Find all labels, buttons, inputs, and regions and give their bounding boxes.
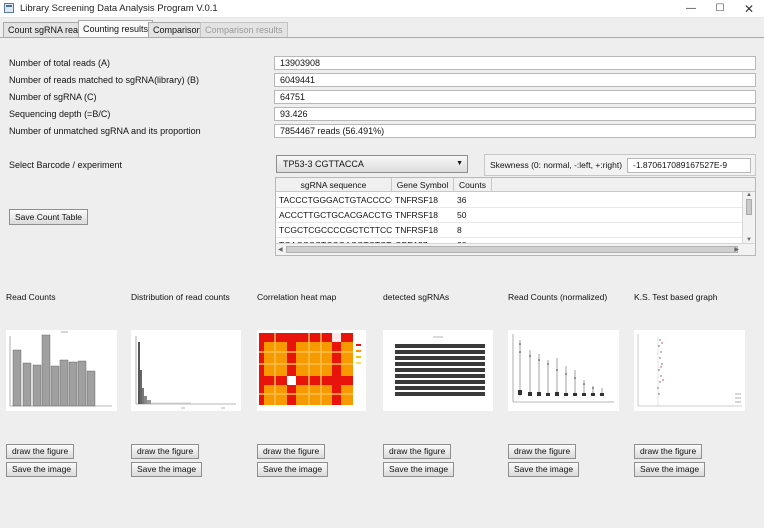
table-row[interactable]: TCGCTCGCCCCGCTCTTCCT TNFRSF18 8 <box>276 223 742 238</box>
cell-counts: 8 <box>457 225 462 235</box>
read-counts-title: Read Counts <box>6 292 56 302</box>
table-row[interactable]: TACCCTGGGACTGTACCCCC TNFRSF18 36 <box>276 193 742 208</box>
cell-counts: 36 <box>457 195 467 205</box>
chevron-down-icon: ▼ <box>456 160 463 167</box>
normalized-counts-save-button[interactable]: Save the image <box>508 462 580 477</box>
cell-gene-symbol: TNFRSF18 <box>395 210 438 220</box>
vertical-scroll-thumb[interactable] <box>746 199 752 215</box>
heatmap-title: Correlation heat map <box>257 292 337 302</box>
barcode-label: Select Barcode / experiment <box>9 160 123 170</box>
sequencing-depth-field[interactable]: 93.426 <box>274 107 756 121</box>
heatmap-draw-button[interactable]: draw the figure <box>257 444 326 459</box>
normalized-counts-image <box>508 330 619 411</box>
matched-reads-label: Number of reads matched to sgRNA(library… <box>9 75 200 85</box>
column-header-counts[interactable]: Counts <box>454 178 492 192</box>
minimize-icon[interactable]: — <box>676 1 706 17</box>
close-icon[interactable]: ✕ <box>734 1 764 17</box>
cell-sgrna-sequence: ACCCTTGCTGCACGACCTGC <box>279 210 392 220</box>
detected-sgrnas-draw-button[interactable]: draw the figure <box>383 444 452 459</box>
skewness-field[interactable]: -1.870617089167527E-9 <box>627 158 751 173</box>
table-vertical-scrollbar[interactable]: ▲ ▼ <box>742 192 755 243</box>
tab-divider <box>0 37 764 38</box>
matched-reads-field[interactable]: 6049441 <box>274 73 756 87</box>
count-table[interactable]: sgRNA sequence Gene Symbol Counts TACCCT… <box>275 177 756 256</box>
scroll-right-icon[interactable]: ▶ <box>734 246 739 253</box>
read-counts-save-button[interactable]: Save the image <box>6 462 78 477</box>
total-reads-field[interactable]: 13903908 <box>274 56 756 70</box>
detected-sgrnas-image <box>383 330 493 411</box>
heatmap-image <box>257 330 366 411</box>
table-horizontal-scrollbar[interactable]: ◀ ▶ <box>276 243 755 255</box>
normalized-counts-title: Read Counts (normalized) <box>508 292 608 302</box>
normalized-counts-draw-button[interactable]: draw the figure <box>508 444 577 459</box>
tab-comparison[interactable]: Comparison <box>148 22 207 38</box>
sgrna-count-label: Number of sgRNA (C) <box>9 92 97 102</box>
distribution-image <box>131 330 241 411</box>
barcode-selected-value: TP53-3 CGTTACCA <box>283 159 364 169</box>
tab-counting-results[interactable]: Counting results <box>78 20 154 38</box>
sgrna-count-field[interactable]: 64751 <box>274 90 756 104</box>
save-count-table-button[interactable]: Save Count Table <box>9 209 88 225</box>
distribution-save-button[interactable]: Save the image <box>131 462 203 477</box>
cell-counts: 50 <box>457 210 467 220</box>
ks-test-image <box>634 330 745 411</box>
ks-test-title: K.S. Test based graph <box>634 292 718 302</box>
scroll-left-icon[interactable]: ◀ <box>278 246 283 253</box>
distribution-title: Distribution of read counts <box>131 292 230 302</box>
app-icon <box>4 3 14 13</box>
cell-sgrna-sequence: TCGCTCGCCCCGCTCTTCCT <box>279 225 392 235</box>
distribution-draw-button[interactable]: draw the figure <box>131 444 200 459</box>
ks-test-draw-button[interactable]: draw the figure <box>634 444 703 459</box>
skewness-panel: Skewness (0: normal, -:left, +:right) -1… <box>484 154 756 176</box>
cell-gene-symbol: TNFRSF18 <box>395 195 438 205</box>
total-reads-label: Number of total reads (A) <box>9 58 111 68</box>
scroll-up-icon[interactable]: ▲ <box>746 192 752 198</box>
read-counts-draw-button[interactable]: draw the figure <box>6 444 75 459</box>
table-header: sgRNA sequence Gene Symbol Counts <box>276 178 755 192</box>
skewness-label: Skewness (0: normal, -:left, +:right) <box>490 160 623 170</box>
unmatched-sgrna-field[interactable]: 7854467 reads (56.491%) <box>274 124 756 138</box>
horizontal-scroll-thumb[interactable] <box>286 246 738 253</box>
barcode-select[interactable]: TP53-3 CGTTACCA ▼ <box>276 155 468 173</box>
table-row[interactable]: ACCCTTGCTGCACGACCTGC TNFRSF18 50 <box>276 208 742 223</box>
detected-sgrnas-title: detected sgRNAs <box>383 292 450 302</box>
cell-gene-symbol: TNFRSF18 <box>395 225 438 235</box>
unmatched-sgrna-label: Number of unmatched sgRNA and its propor… <box>9 126 201 136</box>
read-counts-image <box>6 330 117 411</box>
ks-test-save-button[interactable]: Save the image <box>634 462 706 477</box>
window-title: Library Screening Data Analysis Program … <box>20 3 218 14</box>
cell-sgrna-sequence: TACCCTGGGACTGTACCCCC <box>279 195 392 205</box>
maximize-icon[interactable]: ☐ <box>705 1 735 17</box>
sequencing-depth-label: Sequencing depth (=B/C) <box>9 109 111 119</box>
tab-comparison-results: Comparison results <box>200 22 288 38</box>
column-header-sgrna-sequence[interactable]: sgRNA sequence <box>276 178 392 192</box>
title-bar: Library Screening Data Analysis Program … <box>0 0 764 18</box>
tab-count-sgrna-read[interactable]: Count sgRNA read <box>3 22 89 38</box>
detected-sgrnas-save-button[interactable]: Save the image <box>383 462 455 477</box>
column-header-gene-symbol[interactable]: Gene Symbol <box>392 178 454 192</box>
heatmap-save-button[interactable]: Save the image <box>257 462 329 477</box>
